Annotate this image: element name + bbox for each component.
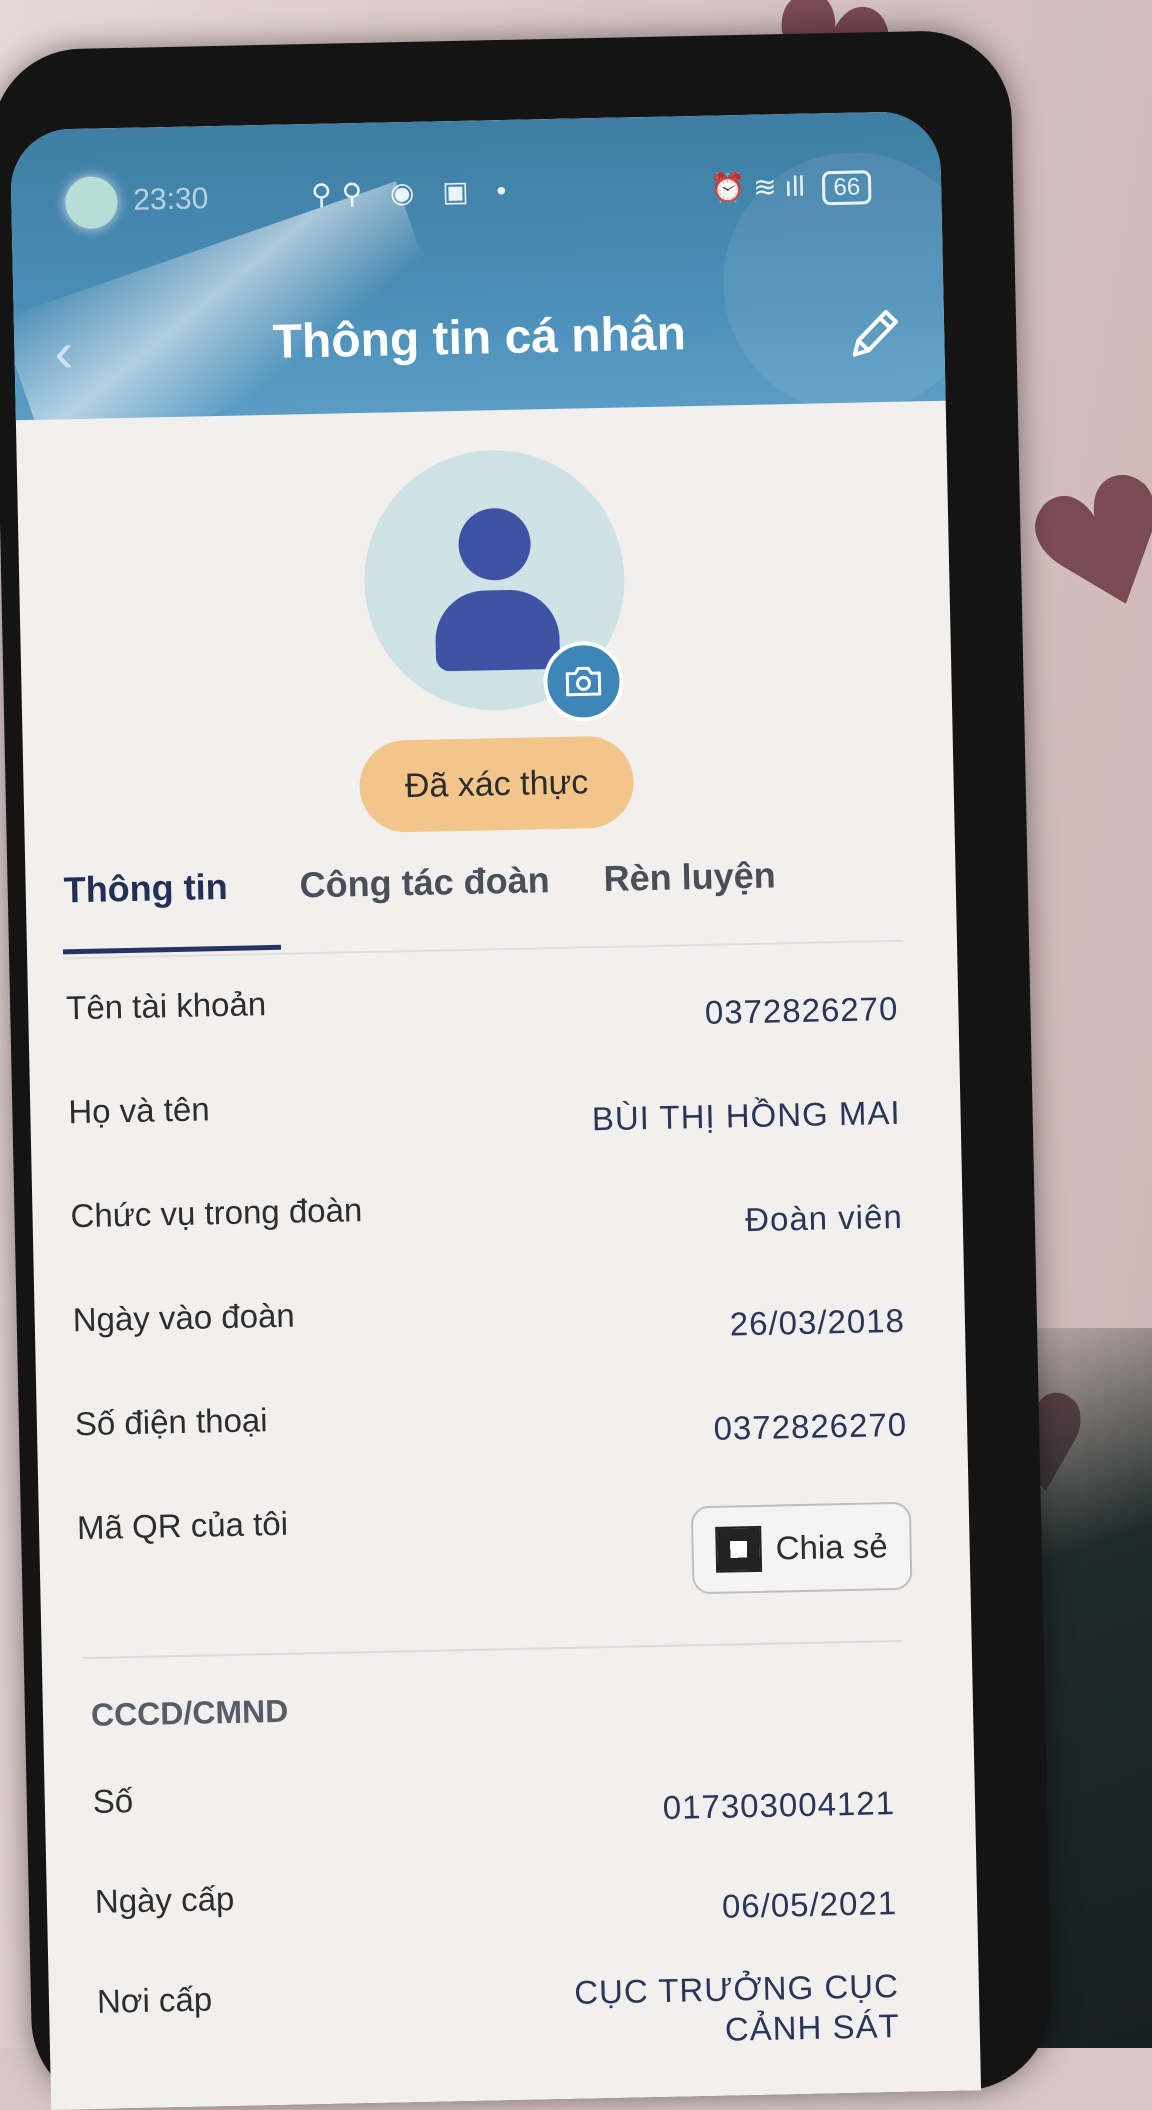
change-photo-camera-icon[interactable]: [542, 640, 625, 723]
avatar-head: [457, 507, 532, 581]
info-label: Số: [92, 1782, 134, 1820]
info-label: Tên tài khoản: [65, 985, 267, 1027]
id-section-title: CCCD/CMND: [90, 1692, 289, 1733]
info-value: CỤC TRƯỞNG CỤC CẢNH SÁT: [574, 1966, 900, 2053]
heart-pattern-icon: ♥: [1000, 429, 1152, 669]
info-row-qr: Mã QR của tôi Chia sẻ: [39, 1491, 971, 1614]
system-icons: ⏰ ≋ ıll 66: [710, 168, 872, 207]
info-value: 0372826270: [713, 1405, 908, 1447]
info-row-account: Tên tài khoản 0372826270: [28, 971, 960, 1094]
tab-info[interactable]: Thông tin: [63, 866, 228, 911]
alarm-wifi-signal-icon: ⏰ ≋ ıll: [710, 170, 805, 204]
status-time: 23:30: [132, 182, 209, 217]
id-info-list: Số 017303004121 Ngày cấp 06/05/2021 Nơi …: [44, 1764, 980, 2083]
info-label: Mã QR của tôi: [76, 1504, 289, 1547]
tab-union-work[interactable]: Công tác đoàn: [299, 859, 550, 906]
info-row-phone: Số điện thoại 0372826270: [37, 1387, 969, 1510]
info-label: Chức vụ trong đoàn: [70, 1191, 363, 1235]
info-value: Đoàn viên: [744, 1197, 904, 1239]
phone-frame: 23:30 ⚲⚲ ◉ ▣ • ⏰ ≋ ıll 66 ‹ Thông tin cá…: [0, 29, 1054, 2110]
id-row-number: Số 017303004121: [44, 1764, 976, 1883]
info-row-full-name: Họ và tên BÙI THỊ HỒNG MAI: [30, 1075, 962, 1198]
edit-pencil-icon[interactable]: [844, 304, 905, 370]
info-label: Ngày vào đoàn: [72, 1296, 296, 1339]
info-list: Tên tài khoản 0372826270 Họ và tên BÙI T…: [28, 971, 971, 1614]
share-qr-button[interactable]: Chia sẻ: [690, 1501, 913, 1595]
info-value: 26/03/2018: [729, 1301, 906, 1343]
info-label: Ngày cấp: [94, 1879, 235, 1920]
info-value: BÙI THỊ HỒNG MAI: [591, 1093, 901, 1138]
issue-place-line-1: CỤC TRƯỞNG CỤC: [573, 1967, 900, 2011]
info-label: Số điện thoại: [74, 1401, 268, 1443]
issue-place-line-2: CẢNH SÁT: [724, 2007, 901, 2048]
info-label: Nơi cấp: [96, 1980, 213, 2020]
id-row-issue-place: Nơi cấp CỤC TRƯỞNG CỤC CẢNH SÁT: [49, 1964, 981, 2083]
verified-badge: Đã xác thực: [358, 735, 635, 834]
tab-training[interactable]: Rèn luyện: [603, 854, 776, 900]
avatar-body: [434, 588, 561, 672]
app-header: 23:30 ⚲⚲ ◉ ▣ • ⏰ ≋ ıll 66 ‹ Thông tin cá…: [9, 110, 946, 421]
info-value: 0372826270: [704, 989, 899, 1031]
info-row-join-date: Ngày vào đoàn 26/03/2018: [34, 1283, 966, 1406]
battery-icon: 66: [822, 170, 872, 206]
id-row-issue-date: Ngày cấp 06/05/2021: [47, 1864, 979, 1983]
front-camera: [64, 176, 118, 230]
tab-bar: Thông tin Công tác đoàn Rèn luyện: [25, 851, 957, 960]
status-bar: 23:30 ⚲⚲ ◉ ▣ • ⏰ ≋ ıll 66: [10, 111, 942, 240]
qr-code-icon: [715, 1525, 763, 1573]
phone-screen: 23:30 ⚲⚲ ◉ ▣ • ⏰ ≋ ıll 66 ‹ Thông tin cá…: [9, 110, 982, 2110]
info-value: 06/05/2021: [721, 1884, 898, 1925]
share-button-label: Chia sẻ: [775, 1527, 888, 1567]
section-divider: [81, 1639, 902, 1660]
info-row-position: Chức vụ trong đoàn Đoàn viên: [32, 1179, 964, 1302]
info-value: 017303004121: [662, 1784, 896, 1826]
info-label: Họ và tên: [67, 1090, 210, 1131]
